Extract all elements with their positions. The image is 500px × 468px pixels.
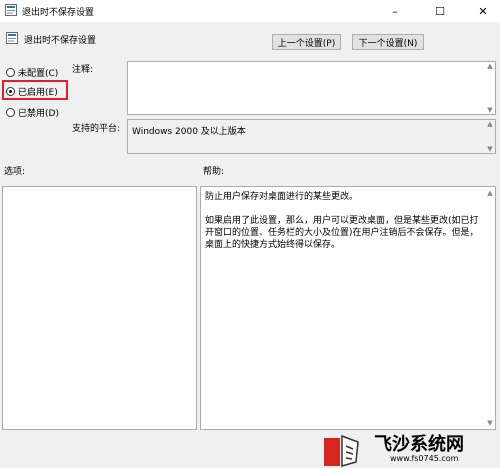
minimize-button[interactable]: – bbox=[380, 0, 410, 22]
policy-settings-icon bbox=[5, 4, 17, 16]
watermark-logo-icon bbox=[324, 434, 359, 467]
radio-label: 已禁用(D) bbox=[18, 109, 59, 119]
setting-name: 退出时不保存设置 bbox=[24, 36, 97, 46]
scroll-down-icon[interactable]: ▼ bbox=[487, 145, 492, 153]
highlight-annotation bbox=[2, 80, 68, 100]
watermark-url: www.fs0745.com bbox=[390, 454, 459, 463]
comment-scrollbar[interactable]: ▲ ▼ bbox=[485, 62, 495, 114]
help-paragraph: 防止用户保存对桌面进行的某些更改。 bbox=[205, 192, 359, 202]
help-paragraph: 如果启用了此设置，那么，用户可以更改桌面，但是某些更改(如已打开窗口的位置、任务… bbox=[205, 216, 479, 250]
options-label: 选项: bbox=[4, 167, 26, 177]
radio-label: 未配置(C) bbox=[18, 69, 59, 79]
next-setting-button[interactable]: 下一个设置(N) bbox=[352, 34, 424, 50]
comment-label: 注释: bbox=[72, 65, 94, 75]
help-scrollbar[interactable]: ▲ ▼ bbox=[485, 187, 495, 429]
scroll-up-icon[interactable]: ▲ bbox=[487, 62, 492, 70]
radio-not-configured[interactable]: 未配置(C) bbox=[6, 66, 58, 79]
comment-field[interactable]: ▲ ▼ bbox=[127, 61, 496, 115]
help-pane: 防止用户保存对桌面进行的某些更改。 如果启用了此设置，那么，用户可以更改桌面，但… bbox=[200, 186, 496, 430]
policy-settings-icon bbox=[6, 32, 18, 44]
scroll-down-icon[interactable]: ▼ bbox=[487, 106, 492, 114]
maximize-button[interactable]: ☐ bbox=[425, 0, 455, 22]
platform-label: 支持的平台: bbox=[72, 124, 121, 134]
platform-scrollbar[interactable]: ▲ ▼ bbox=[485, 120, 495, 153]
window-title: 退出时不保存设置 bbox=[22, 8, 95, 18]
radio-circle-icon bbox=[6, 68, 15, 77]
options-pane bbox=[2, 186, 197, 430]
watermark-brand: 飞沙系统网 bbox=[374, 434, 464, 455]
platform-value: Windows 2000 及以上版本 bbox=[132, 127, 246, 137]
radio-disabled[interactable]: 已禁用(D) bbox=[6, 106, 59, 119]
radio-circle-icon bbox=[6, 108, 15, 117]
scroll-up-icon[interactable]: ▲ bbox=[487, 120, 492, 128]
help-label: 帮助: bbox=[203, 167, 225, 177]
previous-setting-button[interactable]: 上一个设置(P) bbox=[272, 34, 341, 50]
scroll-down-icon[interactable]: ▼ bbox=[487, 417, 492, 429]
platform-field: Windows 2000 及以上版本 ▲ ▼ bbox=[127, 119, 496, 154]
scroll-up-icon[interactable]: ▲ bbox=[487, 187, 492, 199]
close-button[interactable]: ✕ bbox=[468, 0, 498, 22]
